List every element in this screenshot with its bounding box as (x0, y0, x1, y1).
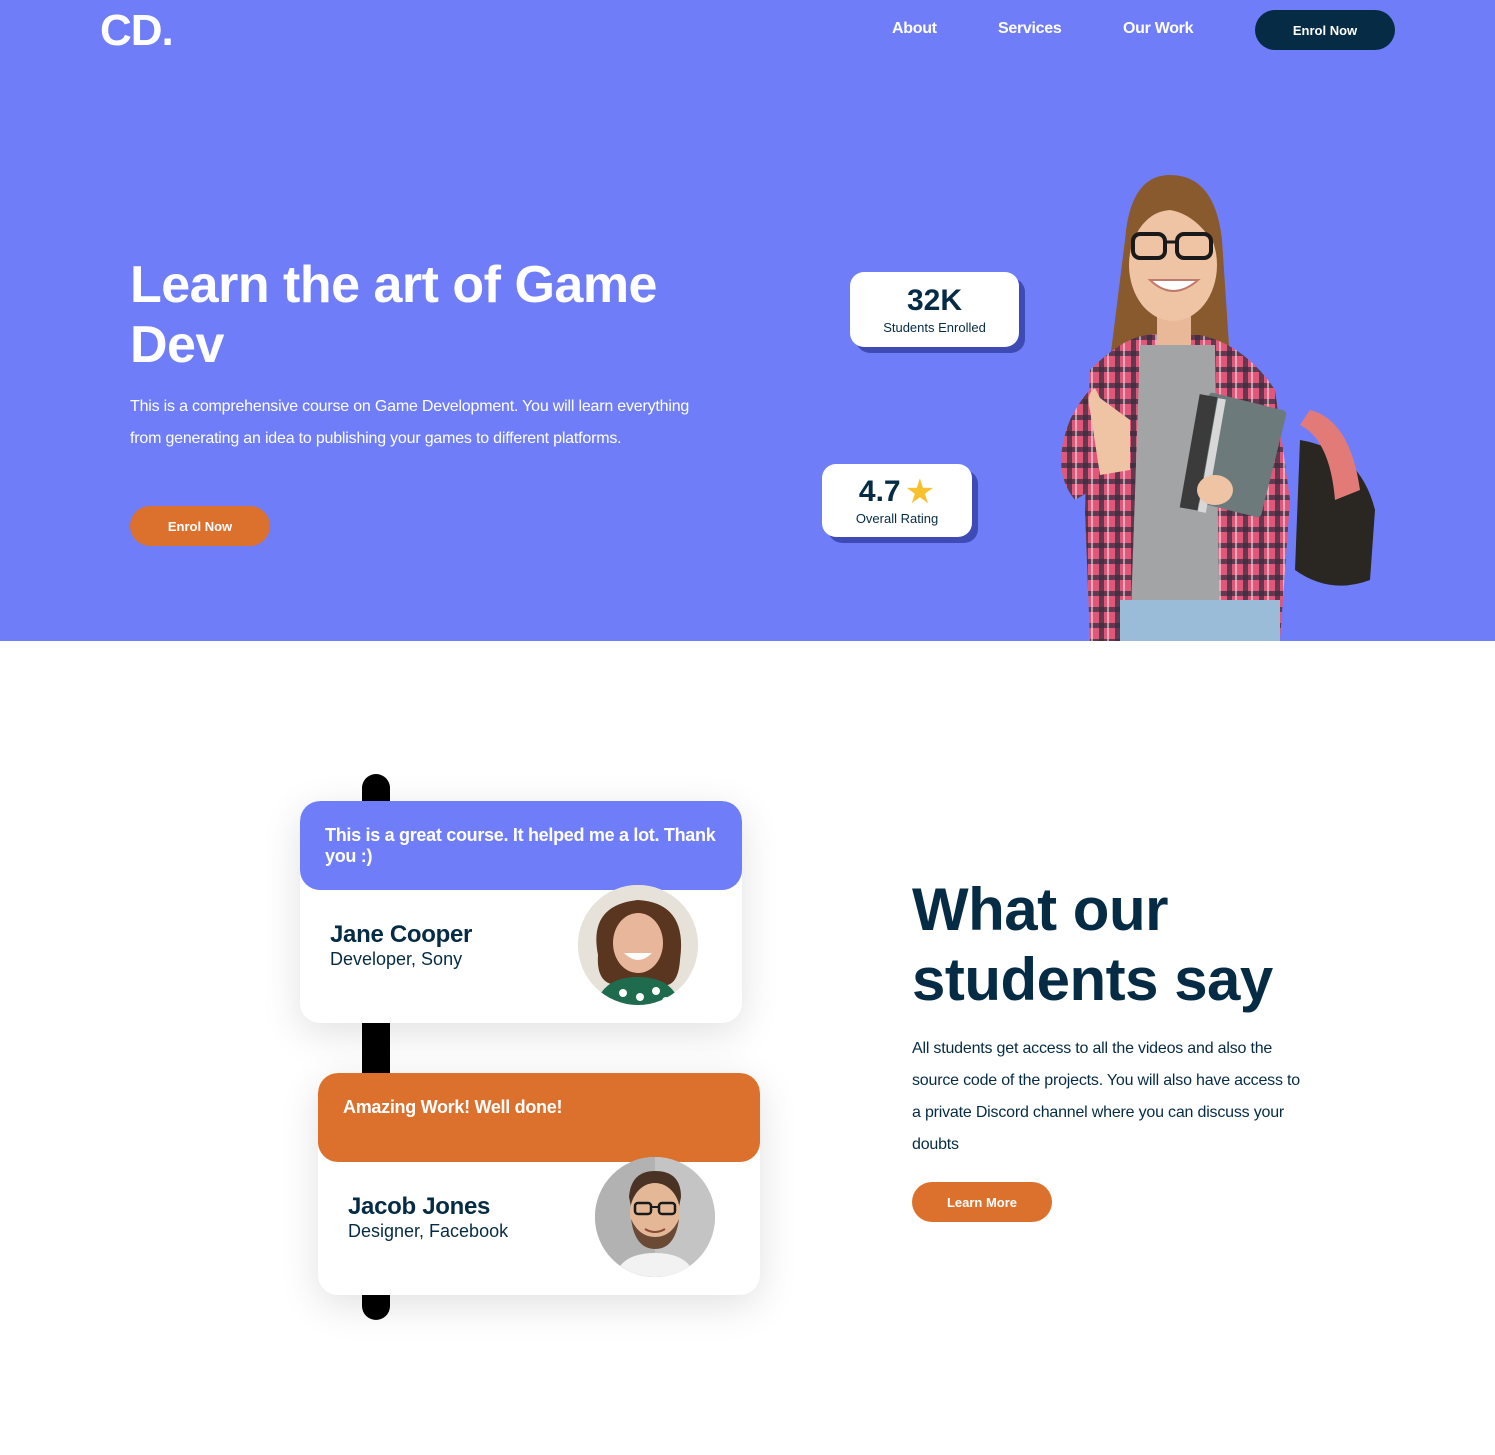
star-icon: ★ (904, 472, 936, 511)
testimonial-name: Jane Cooper (330, 921, 473, 948)
students-label: Students Enrolled (883, 319, 986, 335)
rating-label: Overall Rating (855, 510, 939, 526)
header-enrol-button[interactable]: Enrol Now (1255, 10, 1395, 50)
testimonial-quote: Amazing Work! Well done! (318, 1073, 760, 1162)
nav-link-our-work[interactable]: Our Work (1123, 20, 1194, 38)
avatar-image (578, 885, 698, 1005)
testimonials-description: All students get access to all the video… (912, 1040, 1300, 1153)
hero-title: Learn the art of Game Dev (130, 256, 657, 374)
rating-row: 4.7 ★ (858, 472, 936, 511)
testimonial-name: Jacob Jones (348, 1193, 491, 1220)
nav-link-about[interactable]: About (892, 20, 937, 38)
nav-link-services[interactable]: Services (998, 20, 1062, 38)
avatar (578, 885, 698, 1005)
testimonial-card: This is a great course. It helped me a l… (300, 801, 742, 1023)
testimonial-quote: This is a great course. It helped me a l… (300, 801, 742, 890)
rating-value: 4.7 (858, 474, 901, 508)
logo[interactable]: CD. (100, 6, 174, 56)
avatar-image (595, 1157, 715, 1277)
avatar (595, 1157, 715, 1277)
overall-rating-card: 4.7 ★ Overall Rating (822, 464, 972, 537)
hero-section: CD. About Services Our Work Enrol Now Le… (0, 0, 1495, 641)
students-count: 32K (906, 283, 963, 317)
hero-enrol-button[interactable]: Enrol Now (130, 506, 270, 546)
students-enrolled-card: 32K Students Enrolled (850, 272, 1019, 347)
testimonial-role: Designer, Facebook (348, 1221, 509, 1241)
testimonials-title: What our students say (912, 876, 1273, 1013)
learn-more-button[interactable]: Learn More (912, 1182, 1052, 1222)
testimonial-role: Developer, Sony (330, 949, 463, 969)
student-photo (1061, 175, 1375, 641)
hero-description: This is a comprehensive course on Game D… (130, 398, 690, 447)
testimonial-card: Amazing Work! Well done! Jacob Jones Des… (318, 1073, 760, 1295)
